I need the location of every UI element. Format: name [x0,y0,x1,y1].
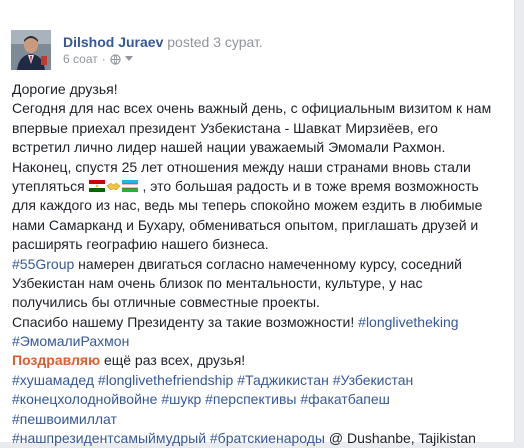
body-text: намерен двигаться согласно намеченному к… [74,255,462,272]
body-text: утепляться [12,177,89,194]
hashtag-link[interactable]: #55Group [12,256,74,272]
meta-separator: · [101,52,106,66]
uzbekistan-flag-icon [121,179,138,192]
body-line: Спасибо нашему Президенту за такие возмо… [12,313,508,332]
body-line: #нашпрезидентсамыймудрый #братскиенароды… [12,429,508,448]
body-line: Узбекистан нам очень близок по ментально… [12,274,423,291]
body-line: Сегодня для нас всех очень важный день, … [12,100,492,117]
body-line: получились бы отличные совместные проект… [12,294,320,311]
body-line: встретил лично лидер нашей нации уважаем… [12,139,446,156]
hashtag-link[interactable]: #пешвоимиллат [12,410,508,429]
highlight-text: Поздравляю [12,352,101,369]
handshake-icon [106,182,121,191]
hashtag-links[interactable]: #хушамадед #longlivethefriendship #Таджи… [12,371,508,390]
location-text[interactable]: @ Dushanbe, Tajikistan [325,430,476,446]
tajikistan-flag-icon [88,179,105,192]
avatar[interactable] [11,30,51,70]
hashtag-link[interactable]: #longlivetheking [358,314,458,330]
post-action: posted 3 сурат. [167,34,263,50]
body-line: Наконец, спустя 25 лет отношения между н… [12,158,471,175]
body-text: , это большая радость и в тоже время воз… [138,177,479,194]
post-meta: 6 соат · [63,52,133,66]
body-line: нами Самарканд и Бухару, обмениваться оп… [12,216,479,233]
body-line-emoji: утепляться , это большая радость и в тож… [12,177,508,196]
post-title: Dilshod Juraev posted 3 сурат. [63,34,263,50]
hashtag-links[interactable]: #нашпрезидентсамыймудрый #братскиенароды [12,430,325,446]
body-text: Спасибо нашему Президенту за такие возмо… [12,313,359,330]
body-line: расширять географию нашего бизнеса. [12,236,269,253]
hashtag-link[interactable]: #ЭмомалиРахмон [12,332,508,351]
post-card: Dilshod Juraev posted 3 сурат. 6 соат · … [0,0,515,446]
body-line: впервые приехал президент Узбекистана - … [12,119,438,136]
body-line: для каждого из нас, ведь мы теперь споко… [12,197,483,214]
author-name[interactable]: Dilshod Juraev [63,34,163,50]
post-time[interactable]: 6 соат [63,52,98,66]
hashtag-links[interactable]: #конецхолоднойвойне #шукр #перспективы #… [12,390,508,409]
caret-down-icon[interactable] [124,56,133,62]
body-line: Дорогие друзья! [12,81,118,97]
post-body: Дорогие друзья! Сегодня для нас всех оче… [12,80,508,448]
body-line: Поздравляю ещё раз всех, друзья! [12,351,508,370]
body-text: ещё раз всех, друзья! [100,352,246,369]
profile-photo-icon [11,30,51,70]
globe-icon[interactable] [110,53,121,65]
body-line: #55Group намерен двигаться согласно наме… [12,255,508,274]
